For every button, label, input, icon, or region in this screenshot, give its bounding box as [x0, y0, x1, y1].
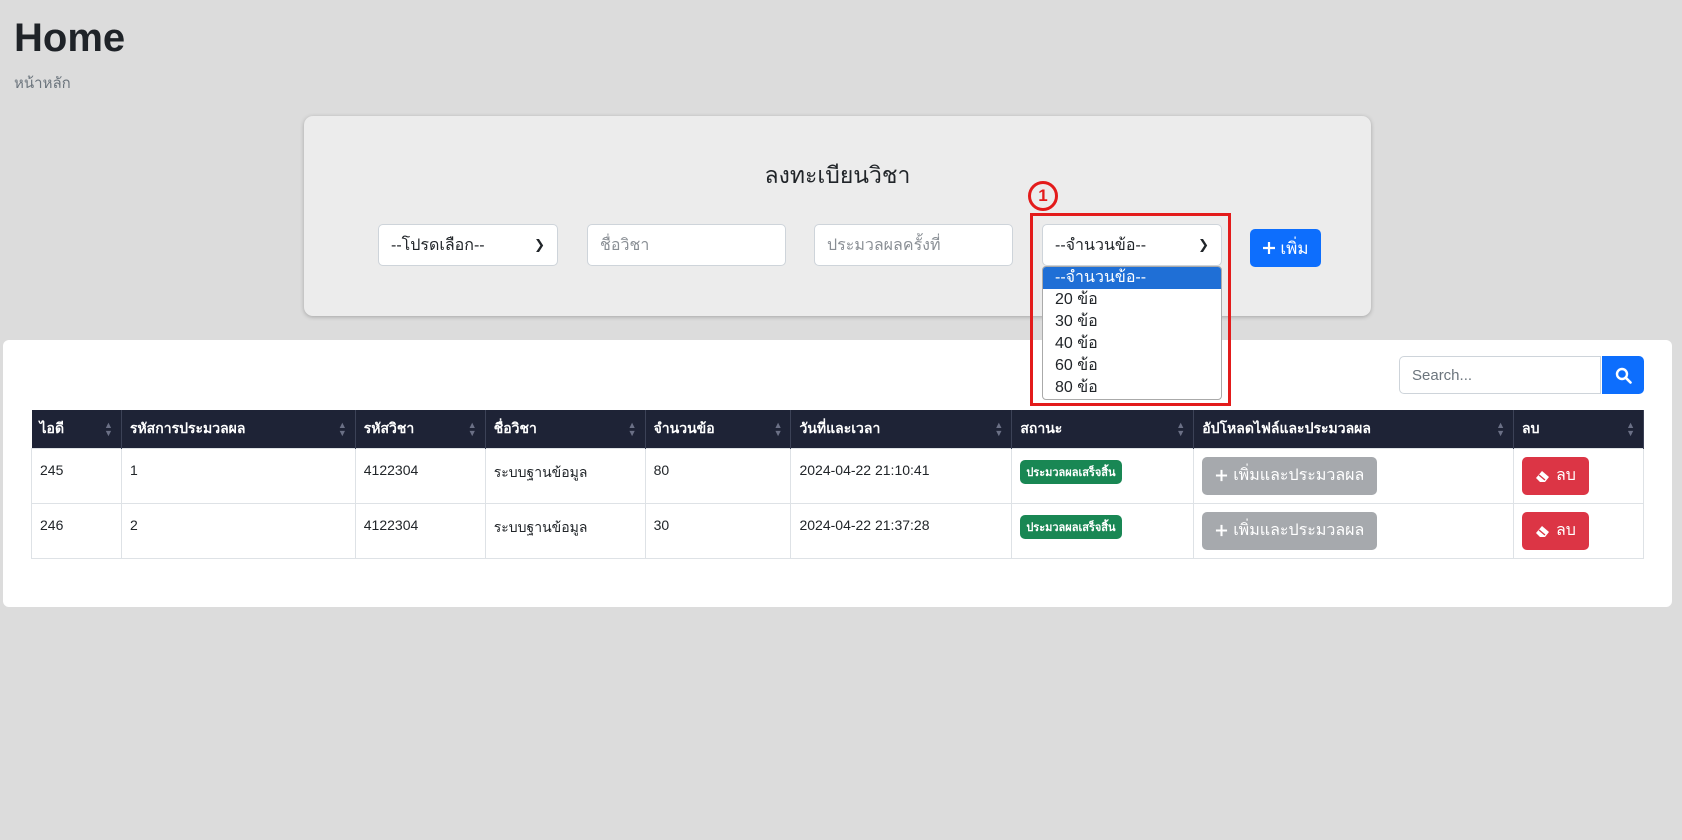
sort-icon: ▲ ▼: [1176, 420, 1186, 438]
step-number-badge: 1: [1028, 181, 1058, 211]
delete-button[interactable]: ลบ: [1521, 456, 1589, 495]
column-header[interactable]: ชื่อวิชา ▲ ▼: [485, 410, 646, 448]
column-header[interactable]: ไอดี ▲ ▼: [31, 410, 122, 448]
sort-icon: ▲ ▼: [994, 420, 1004, 438]
page-subtitle: หน้าหลัก: [14, 75, 71, 92]
subject-select[interactable]: --โปรดเลือก-- ❯: [378, 224, 558, 266]
eraser-icon: [1535, 525, 1549, 537]
column-header[interactable]: สถานะ ▲ ▼: [1011, 410, 1195, 448]
cell-questions: 80: [644, 447, 792, 504]
cell-id: 245: [31, 447, 122, 504]
column-header[interactable]: รหัสวิชา ▲ ▼: [355, 410, 486, 448]
plus-icon: [1216, 524, 1228, 537]
delete-label: ลบ: [1555, 467, 1576, 484]
cell-process-code: 1: [120, 447, 356, 504]
subject-name-placeholder: ชื่อวิชา: [600, 236, 650, 254]
add-button-label: เพิ่ม: [1280, 238, 1309, 258]
results-table: ไอดี ▲ ▼ รหัสการประมวลผล ▲ ▼ รหัสวิชา ▲ ▼ ชื่อ…: [31, 410, 1645, 559]
register-course-title: ลงทะเบียนวิชา: [764, 162, 911, 188]
process-round-placeholder: ประมวลผลครั้งที่: [827, 236, 941, 254]
subject-select-value: --โปรดเลือก--: [391, 236, 485, 254]
column-header[interactable]: อัปโหลดไฟล์และประมวลผล ▲ ▼: [1193, 410, 1514, 448]
cell-course-code: 4122304: [354, 502, 486, 559]
cell-course-name: ระบบฐานข้อมูล: [484, 502, 646, 559]
status-badge: ประมวลผลเสร็จสิ้น: [1020, 459, 1122, 484]
sort-icon: ▲ ▼: [627, 420, 637, 438]
column-header[interactable]: วันที่และเวลา ▲ ▼: [790, 410, 1013, 448]
table-header-row: ไอดี ▲ ▼ รหัสการประมวลผล ▲ ▼ รหัสวิชา ▲ ▼ ชื่อ…: [31, 410, 1645, 448]
sort-icon: ▲ ▼: [337, 420, 347, 438]
search-placeholder: Search...: [1412, 366, 1473, 384]
column-header[interactable]: ลบ ▲ ▼: [1513, 410, 1645, 448]
sort-icon: ▲ ▼: [104, 420, 113, 438]
plus-icon: [1263, 242, 1276, 254]
table-row: 246 2 4122304 ระบบฐานข้อมูล 30 2024-04-2…: [31, 502, 1645, 559]
search-input[interactable]: Search...: [1399, 356, 1601, 394]
sort-icon: ▲ ▼: [1496, 420, 1505, 438]
sort-icon: ▲ ▼: [467, 420, 477, 438]
table-row: 245 1 4122304 ระบบฐานข้อมูล 80 2024-04-2…: [31, 447, 1645, 504]
process-round-input[interactable]: ประมวลผลครั้งที่: [814, 224, 1013, 266]
cell-upload: เพิ่มและประมวลผล: [1193, 502, 1514, 559]
subject-name-input[interactable]: ชื่อวิชา: [587, 224, 786, 266]
annotation-highlight-box: [1030, 213, 1231, 406]
sort-icon: ▲ ▼: [1626, 420, 1635, 438]
plus-icon: [1216, 469, 1228, 482]
sort-icon: ▲ ▼: [773, 420, 783, 438]
cell-status: ประมวลผลเสร็จสิ้น: [1011, 447, 1195, 504]
eraser-icon: [1535, 470, 1549, 482]
cell-id: 246: [31, 502, 122, 559]
cell-process-code: 2: [120, 502, 356, 559]
search-button[interactable]: [1602, 356, 1644, 394]
status-badge: ประมวลผลเสร็จสิ้น: [1020, 514, 1122, 539]
add-button[interactable]: เพิ่ม: [1250, 229, 1321, 267]
cell-status: ประมวลผลเสร็จสิ้น: [1011, 502, 1195, 559]
search-icon: [1615, 367, 1632, 384]
chevron-down-icon: ❯: [534, 237, 545, 252]
cell-delete: ลบ: [1512, 447, 1645, 504]
column-header[interactable]: รหัสการประมวลผล ▲ ▼: [121, 410, 356, 448]
upload-process-label: เพิ่มและประมวลผล: [1233, 467, 1365, 484]
cell-upload: เพิ่มและประมวลผล: [1193, 447, 1514, 504]
column-header[interactable]: จำนวนข้อ ▲ ▼: [645, 410, 792, 448]
cell-delete: ลบ: [1512, 502, 1645, 559]
cell-questions: 30: [644, 502, 792, 559]
delete-label: ลบ: [1555, 522, 1576, 539]
page-title: Home: [14, 16, 126, 60]
cell-course-name: ระบบฐานข้อมูล: [484, 447, 646, 504]
cell-datetime: 2024-04-22 21:10:41: [790, 447, 1013, 504]
upload-process-label: เพิ่มและประมวลผล: [1233, 522, 1365, 539]
upload-process-button[interactable]: เพิ่มและประมวลผล: [1202, 511, 1378, 550]
cell-datetime: 2024-04-22 21:37:28: [790, 502, 1013, 559]
cell-course-code: 4122304: [354, 447, 486, 504]
delete-button[interactable]: ลบ: [1521, 511, 1589, 550]
upload-process-button[interactable]: เพิ่มและประมวลผล: [1202, 456, 1378, 495]
